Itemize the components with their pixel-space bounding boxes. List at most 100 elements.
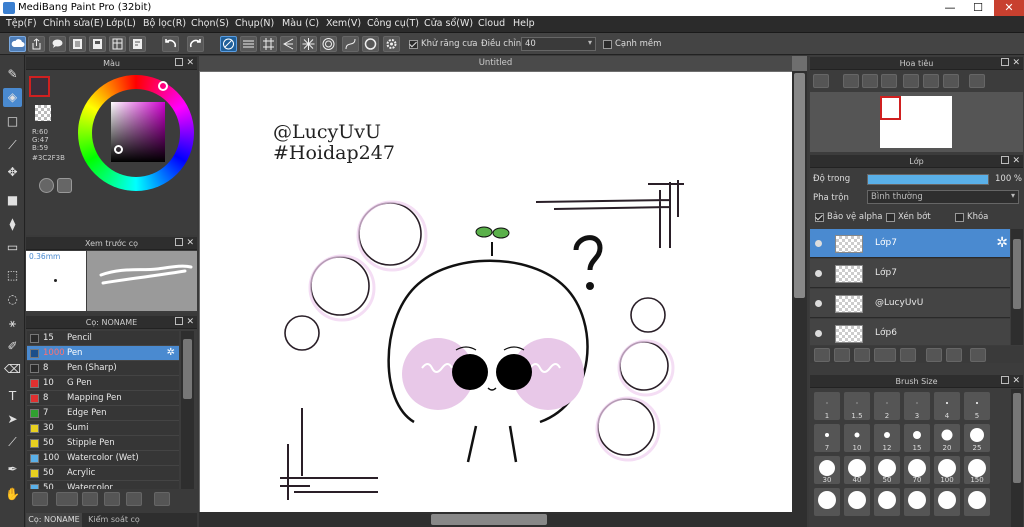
- divide-tool[interactable]: ⟋: [3, 433, 22, 452]
- gradient-tool[interactable]: ▭: [3, 238, 22, 257]
- magic-wand-tool[interactable]: ⚹: [3, 314, 22, 333]
- vanishing-snap-button[interactable]: [280, 36, 297, 52]
- drawing-canvas[interactable]: @LucyUvU #Hoidap247: [200, 72, 792, 512]
- new-layer-button[interactable]: [814, 348, 830, 362]
- radial-snap-button[interactable]: [300, 36, 317, 52]
- close-icon[interactable]: ✕: [186, 237, 194, 250]
- select-eraser-tool[interactable]: ⌫: [3, 360, 22, 379]
- transparent-color-swatch[interactable]: [35, 105, 51, 121]
- operation-tool[interactable]: ➤: [3, 410, 22, 429]
- brush-size-scrollbar[interactable]: [1011, 389, 1023, 527]
- undo-button[interactable]: [162, 36, 179, 52]
- document-button[interactable]: [69, 36, 86, 52]
- brush-list-item[interactable]: 15 Pencil: [27, 331, 179, 346]
- undock-icon[interactable]: [1001, 376, 1009, 384]
- brush-size-button[interactable]: 2: [874, 392, 900, 420]
- minimize-button[interactable]: —: [936, 0, 964, 16]
- layer-row[interactable]: @LucyUvU: [810, 289, 1010, 318]
- text-tool[interactable]: T: [3, 387, 22, 406]
- edit-brush-button[interactable]: [82, 492, 98, 506]
- template-button[interactable]: [129, 36, 146, 52]
- layer-settings-gear-icon[interactable]: ✲: [996, 235, 1008, 251]
- flip-button[interactable]: [969, 74, 985, 88]
- layer-row[interactable]: Lớp7 ✲: [810, 229, 1010, 258]
- brush-size-button[interactable]: 25: [964, 424, 990, 452]
- brush-list-item[interactable]: 8 Mapping Pen: [27, 391, 179, 406]
- brush-menu-button[interactable]: [56, 492, 78, 506]
- layer-row[interactable]: Lớp7: [810, 259, 1010, 288]
- close-button[interactable]: ✕: [994, 0, 1024, 16]
- brush-list-item[interactable]: 10 G Pen: [27, 376, 179, 391]
- color-settings-icon[interactable]: [57, 178, 72, 193]
- close-icon[interactable]: ✕: [1012, 155, 1020, 168]
- brush-size-button[interactable]: 5: [964, 392, 990, 420]
- eraser-tool[interactable]: ◈: [3, 88, 22, 107]
- menu-window[interactable]: Cửa sổ(W): [424, 18, 473, 29]
- menu-tools[interactable]: Công cụ(T): [367, 18, 419, 29]
- lasso-tool[interactable]: ◌: [3, 290, 22, 309]
- fit-button[interactable]: [862, 74, 878, 88]
- scroll-thumb[interactable]: [1013, 239, 1021, 309]
- vertical-scrollbar[interactable]: [792, 71, 807, 527]
- new-8bit-layer-button[interactable]: [854, 348, 870, 362]
- menu-layer[interactable]: Lớp(L): [106, 18, 136, 29]
- brush-list-item[interactable]: 7 Edge Pen: [27, 406, 179, 421]
- layer-row[interactable]: Lớp6: [810, 319, 1010, 345]
- close-icon[interactable]: ✕: [1012, 57, 1020, 70]
- brush-size-button[interactable]: [874, 488, 900, 516]
- delete-layer-button[interactable]: [970, 348, 986, 362]
- panel-layout-button[interactable]: [109, 36, 126, 52]
- clipping-checkbox[interactable]: [886, 213, 895, 222]
- select-pen-tool[interactable]: ✐: [3, 337, 22, 356]
- lock-checkbox[interactable]: [955, 213, 964, 222]
- navigator-viewport-rect[interactable]: [880, 96, 901, 120]
- brush-size-button[interactable]: 7: [814, 424, 840, 452]
- rotate-left-button[interactable]: [903, 74, 919, 88]
- select-tool[interactable]: ⬚: [3, 266, 22, 285]
- hand-tool[interactable]: ✋: [3, 485, 22, 504]
- layer-list-scrollbar[interactable]: [1011, 229, 1023, 345]
- delete-brush-button[interactable]: [154, 492, 170, 506]
- close-icon[interactable]: ✕: [186, 316, 194, 329]
- curve-snap-button[interactable]: [342, 36, 359, 52]
- protect-alpha-checkbox[interactable]: [815, 213, 824, 222]
- brush-size-button[interactable]: 40: [844, 456, 870, 484]
- undock-icon[interactable]: [1001, 58, 1009, 66]
- scroll-thumb[interactable]: [794, 73, 805, 298]
- brush-size-button[interactable]: [904, 488, 930, 516]
- brush-size-button[interactable]: 1: [814, 392, 840, 420]
- visibility-eye-icon[interactable]: [815, 270, 822, 277]
- brush-list-scrollbar[interactable]: [181, 331, 194, 489]
- brush-tool[interactable]: ✎: [3, 65, 22, 84]
- opacity-slider[interactable]: [867, 174, 989, 185]
- bucket-tool[interactable]: ⧫: [3, 215, 22, 234]
- new-halftone-layer-button[interactable]: [834, 348, 850, 362]
- adjust-input[interactable]: 40 ▾: [521, 37, 596, 51]
- brush-list-item[interactable]: 8 Pen (Sharp): [27, 361, 179, 376]
- dot-tool[interactable]: □: [3, 112, 22, 131]
- undock-icon[interactable]: [175, 317, 183, 325]
- settings-gear-icon[interactable]: ✲: [167, 347, 175, 358]
- snap-off-button[interactable]: [220, 36, 237, 52]
- menu-view[interactable]: Xem(V): [326, 18, 361, 29]
- close-icon[interactable]: ✕: [186, 57, 194, 70]
- menu-color[interactable]: Màu (C): [282, 18, 319, 29]
- scroll-thumb[interactable]: [183, 339, 192, 399]
- menu-cloud[interactable]: Cloud: [478, 18, 505, 29]
- brush-size-button[interactable]: 1.5: [844, 392, 870, 420]
- snap-settings-button[interactable]: [383, 36, 400, 52]
- tab-brush-control[interactable]: Kiểm soát cọ: [84, 513, 144, 527]
- brush-size-button[interactable]: [814, 488, 840, 516]
- undock-icon[interactable]: [1001, 156, 1009, 164]
- visibility-eye-icon[interactable]: [815, 330, 822, 337]
- brush-list-item[interactable]: 30 Sumi: [27, 421, 179, 436]
- tab-brush[interactable]: Cọ: NONAME: [26, 513, 82, 527]
- move-tool[interactable]: ✥: [3, 163, 22, 182]
- brush-size-button[interactable]: 70: [904, 456, 930, 484]
- menu-select[interactable]: Chọn(S): [191, 18, 229, 29]
- menu-edit[interactable]: Chỉnh sửa(E): [43, 18, 104, 29]
- brush-size-button[interactable]: 10: [844, 424, 870, 452]
- brush-size-button[interactable]: 150: [964, 456, 990, 484]
- zoom-out-button[interactable]: [813, 74, 829, 88]
- circle-snap-button[interactable]: [362, 36, 379, 52]
